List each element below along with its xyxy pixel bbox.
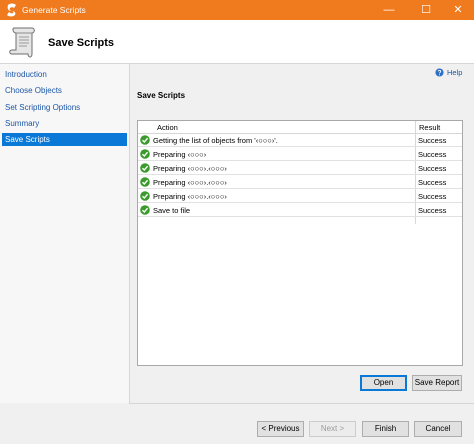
success-check-icon	[140, 191, 150, 201]
column-header-action[interactable]: Action	[157, 123, 178, 132]
row-result: Success	[418, 178, 447, 187]
sidebar-item-choose-objects[interactable]: Choose Objects	[2, 84, 127, 97]
previous-button[interactable]: < Previous	[257, 421, 304, 437]
sidebar-item-save-scripts[interactable]: Save Scripts	[2, 133, 127, 146]
results-grid[interactable]: Action Result Getting the list of object…	[137, 120, 463, 366]
app-icon	[7, 3, 16, 17]
sidebar-item-introduction[interactable]: Introduction	[2, 68, 127, 81]
table-row[interactable]: Preparing ‹○○○›.‹○○○› Success	[138, 161, 462, 175]
save-report-button[interactable]: Save Report	[412, 375, 462, 391]
finish-button[interactable]: Finish	[362, 421, 409, 437]
footer-divider	[129, 403, 474, 404]
column-header-result[interactable]: Result	[419, 123, 440, 132]
row-result: Success	[418, 164, 447, 173]
success-check-icon	[140, 205, 150, 215]
row-action: Preparing ‹○○○›.‹○○○›	[153, 164, 227, 173]
table-row[interactable]: Getting the list of objects from '‹○○○›'…	[138, 133, 462, 147]
sidebar-item-summary[interactable]: Summary	[2, 117, 127, 130]
row-action: Preparing ‹○○○›.‹○○○›	[153, 192, 227, 201]
cancel-button[interactable]: Cancel	[414, 421, 462, 437]
wizard-sidebar: Introduction Choose Objects Set Scriptin…	[0, 64, 130, 403]
wizard-header: Save Scripts	[0, 20, 474, 64]
table-row[interactable]: Preparing ‹○○○›.‹○○○› Success	[138, 189, 462, 203]
sidebar-item-set-scripting-options[interactable]: Set Scripting Options	[2, 101, 127, 114]
page-title: Save Scripts	[48, 37, 115, 49]
row-action: Preparing ‹○○○›.‹○○○›	[153, 178, 227, 187]
table-row[interactable]: Preparing ‹○○○› Success	[138, 147, 462, 161]
row-action: Getting the list of objects from '‹○○○›'…	[153, 136, 278, 145]
section-title: Save Scripts	[137, 91, 186, 100]
row-action: Save to file	[153, 206, 191, 215]
table-row[interactable]: Save to file Success	[138, 203, 462, 217]
row-result: Success	[418, 136, 447, 145]
table-row[interactable]: Preparing ‹○○○›.‹○○○› Success	[138, 175, 462, 189]
success-check-icon	[140, 135, 150, 145]
title-bar: Generate Scripts — ☐ ✕	[0, 0, 474, 20]
success-check-icon	[140, 177, 150, 187]
close-button[interactable]: ✕	[442, 0, 474, 20]
maximize-button[interactable]: ☐	[410, 0, 442, 20]
help-label: Help	[447, 68, 463, 77]
row-result: Success	[418, 192, 447, 201]
row-result: Success	[418, 150, 447, 159]
row-result: Success	[418, 206, 447, 215]
open-button[interactable]: Open	[360, 375, 407, 391]
minimize-button[interactable]: —	[373, 0, 405, 20]
success-check-icon	[140, 163, 150, 173]
script-scroll-icon	[9, 27, 35, 58]
next-button[interactable]: Next >	[309, 421, 356, 437]
help-icon	[435, 68, 444, 77]
window-title: Generate Scripts	[22, 5, 86, 15]
row-action: Preparing ‹○○○›	[153, 150, 207, 159]
success-check-icon	[140, 149, 150, 159]
